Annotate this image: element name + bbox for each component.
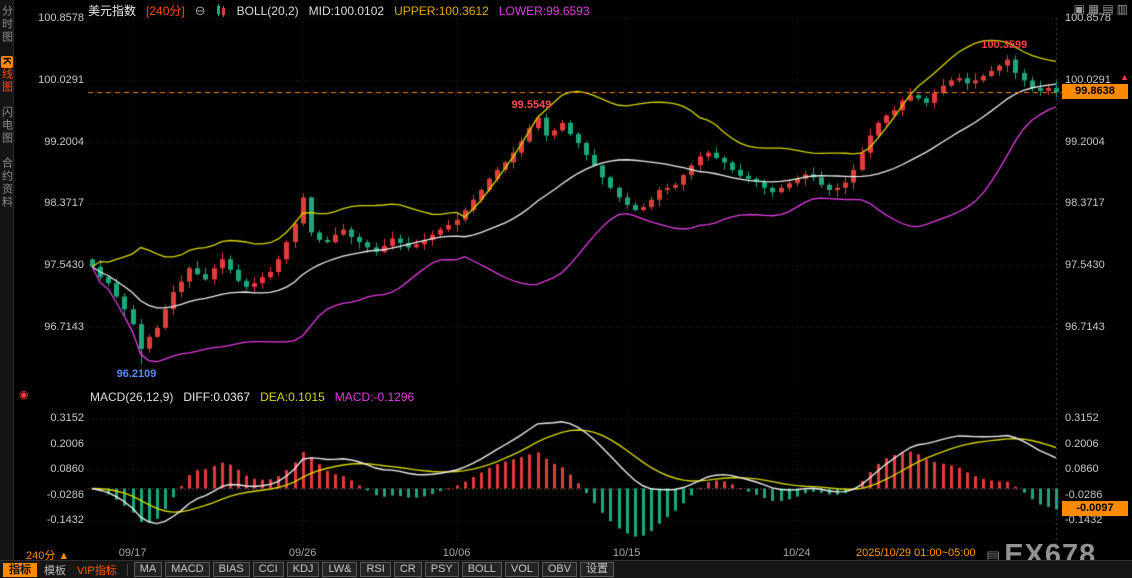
- sidebar-item-label: 线图: [0, 67, 13, 94]
- indicator-button-ma[interactable]: MA: [133, 562, 163, 577]
- price-axis-label-right-4: 97.5430: [1065, 259, 1105, 272]
- price-axis-label-right-3: 98.3717: [1065, 197, 1105, 210]
- layout-icon-group: ▣ ▦ ▤ ▥: [1074, 3, 1128, 15]
- boll-lower-value: LOWER:99.6593: [498, 3, 590, 18]
- trading-terminal: 分时图 K线图闪电图合约资料 ◉ 美元指数 [240分] ⊖ BOLL(20,2)…: [0, 0, 1132, 578]
- price-axis-label-left-3: 98.3717: [44, 197, 84, 210]
- indicator-button-kdj[interactable]: KDJ: [286, 562, 320, 577]
- zoom-out-icon[interactable]: ⊖: [195, 3, 206, 19]
- macd-axis-label-left-2: 0.0860: [50, 463, 84, 476]
- indicator-button-boll[interactable]: BOLL: [461, 562, 502, 577]
- indicator-button-obv[interactable]: OBV: [541, 562, 578, 577]
- toolbar-tab-vip[interactable]: VIP指标: [73, 562, 121, 578]
- layout-columns-icon[interactable]: ▥: [1117, 3, 1128, 15]
- price-annotation-1: 99.5549: [511, 99, 552, 112]
- indicator-button-group: MA MACD BIAS CCI KDJ LW& RSI CR PSY BOLL VOL OBV: [133, 562, 578, 577]
- price-axis-label-left-5: 96.7143: [44, 320, 84, 333]
- chart-canvas[interactable]: [0, 0, 1132, 578]
- symbol-title: 美元指数: [88, 4, 137, 18]
- price-up-arrow-icon: ▲: [1120, 72, 1129, 83]
- indicator-button-cci[interactable]: CCI: [252, 562, 284, 577]
- macd-axis-label-left-1: 0.2006: [50, 437, 84, 450]
- boll-params: BOLL(20,2): [236, 3, 299, 18]
- boll-upper-value: UPPER:100.3612: [394, 3, 489, 18]
- sidebar-item-lightning-chart[interactable]: 闪电图: [1, 106, 13, 145]
- price-axis-label-right-2: 99.2004: [1065, 135, 1105, 148]
- macd-axis-label-left-0: 0.3152: [50, 412, 84, 425]
- sidebar-item-time-chart[interactable]: 分时图: [1, 5, 13, 44]
- current-candle-time: 2025/10/29 01:00~05:00: [856, 547, 976, 559]
- indicator-button-psy[interactable]: PSY: [424, 562, 459, 577]
- toolbar-separator: [126, 563, 128, 576]
- layout-single-icon[interactable]: ▣: [1074, 3, 1085, 15]
- macd-value-badge: -0.0097: [1062, 501, 1128, 517]
- macd-axis-label-right-1: 0.2006: [1065, 437, 1099, 450]
- x-axis-label-1: 09/26: [288, 547, 317, 559]
- chart-header: 美元指数 [240分] ⊖ BOLL(20,2) MID:100.0102 UP…: [88, 3, 590, 19]
- price-axis-label-right-5: 96.7143: [1065, 320, 1105, 333]
- x-axis-label-4: 10/24: [782, 547, 811, 559]
- settings-button[interactable]: 设置: [580, 562, 615, 577]
- indicator-button-vol[interactable]: VOL: [504, 562, 539, 577]
- price-axis-label-left-0: 100.8578: [38, 12, 84, 24]
- sidebar: 分时图 K线图闪电图合约资料: [0, 0, 14, 560]
- indicator-button-cr[interactable]: CR: [393, 562, 422, 577]
- price-annotation-0: 96.2109: [116, 368, 157, 381]
- macd-axis-label-left-4: -0.1432: [46, 514, 84, 527]
- indicator-button-rsi[interactable]: RSI: [360, 562, 391, 577]
- period-tag: [240分]: [146, 4, 185, 18]
- x-axis-label-0: 09/17: [118, 547, 147, 559]
- indicator-button-macd[interactable]: MACD: [165, 562, 210, 577]
- kline-icon: [216, 4, 225, 17]
- bottom-toolbar: 指标 模板 VIP指标 MA MACD BIAS CCI KDJ LW& RSI CR PSY B…: [0, 560, 1132, 578]
- macd-axis-label-right-3: -0.0286: [1065, 488, 1103, 501]
- x-axis-label-2: 10/06: [442, 547, 471, 559]
- price-axis-label-left-4: 97.5430: [44, 259, 84, 272]
- layout-rows-icon[interactable]: ▤: [1102, 3, 1113, 15]
- price-annotation-2: 100.3599: [981, 39, 1028, 52]
- boll-mid-value: MID:100.0102: [308, 3, 385, 18]
- x-axis-label-3: 10/15: [612, 547, 641, 559]
- sidebar-item-contract-info[interactable]: 合约资料: [1, 157, 13, 209]
- macd-dea-value: DEA:0.1015: [260, 390, 325, 404]
- macd-diff-value: DIFF:0.0367: [183, 390, 251, 404]
- macd-header: MACD(26,12,9) DIFF:0.0367 DEA:0.1015 MAC…: [90, 390, 414, 404]
- last-price-badge: 99.8638: [1062, 84, 1128, 100]
- active-tab-badge: K: [0, 56, 13, 68]
- indicator-button-lw[interactable]: LW&: [322, 562, 358, 577]
- macd-axis-label-right-2: 0.0860: [1065, 463, 1099, 476]
- price-axis-label-left-1: 100.0291: [38, 73, 84, 86]
- macd-axis-label-left-3: -0.0286: [46, 488, 84, 501]
- sidebar-item-kline-chart[interactable]: K线图: [0, 56, 13, 94]
- indicator-button-bias[interactable]: BIAS: [212, 562, 250, 577]
- layout-grid-icon[interactable]: ▦: [1088, 3, 1099, 15]
- macd-axis-label-right-0: 0.3152: [1065, 412, 1099, 425]
- toolbar-tab-indicators[interactable]: 指标: [3, 562, 37, 577]
- macd-macd-value: MACD:-0.1296: [334, 390, 415, 404]
- macd-panel-marker-icon[interactable]: ◉: [19, 388, 29, 401]
- macd-params: MACD(26,12,9): [90, 390, 174, 404]
- toolbar-tab-templates[interactable]: 模板: [40, 562, 70, 578]
- price-axis-label-left-2: 99.2004: [44, 135, 84, 148]
